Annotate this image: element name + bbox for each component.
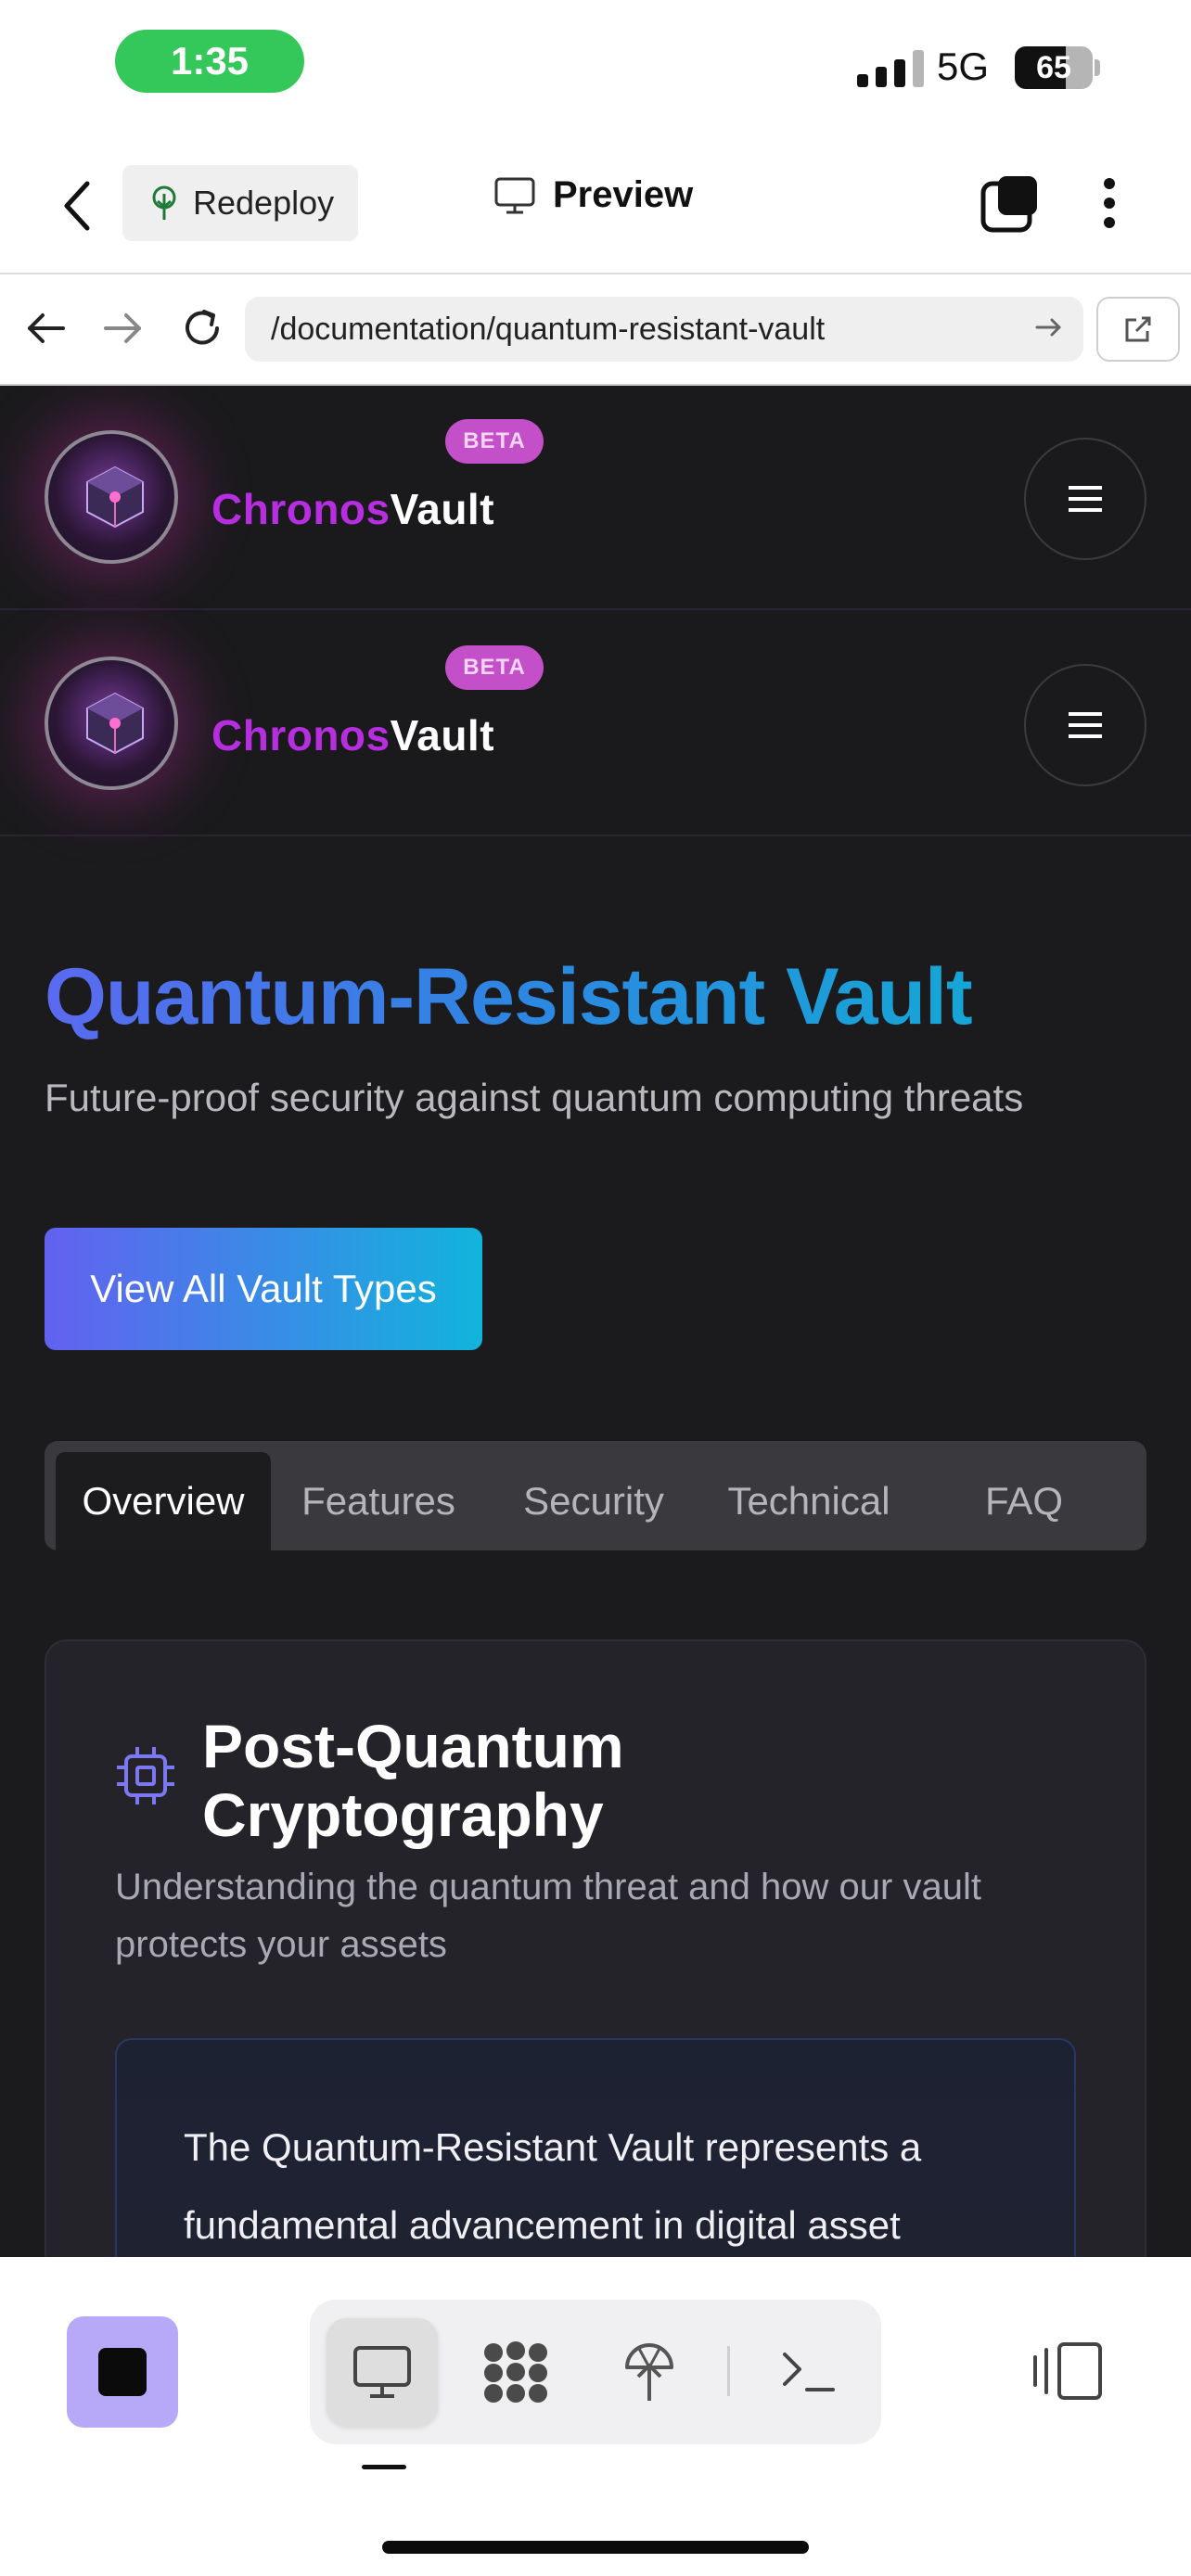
stop-icon	[98, 2348, 147, 2396]
cpu-chip-icon	[117, 1747, 174, 1804]
panels-icon[interactable]	[1031, 2340, 1106, 2402]
site-header-duplicate: ChronosVault BETA	[0, 612, 1191, 836]
arrow-left-icon[interactable]	[20, 302, 72, 354]
deploy-tree-icon	[152, 185, 176, 220]
network-type: 5G	[937, 45, 990, 88]
more-vertical-icon[interactable]	[1091, 172, 1128, 234]
external-link-icon	[1125, 316, 1151, 342]
deploy-view-button[interactable]	[594, 2318, 705, 2426]
signal-icon	[857, 48, 924, 87]
redeploy-label: Redeploy	[193, 184, 335, 222]
monitor-icon	[494, 177, 535, 213]
brand-part2: Vault	[390, 485, 495, 533]
home-indicator	[382, 2541, 809, 2554]
reload-icon[interactable]	[176, 302, 228, 354]
tab-overview[interactable]: Overview	[56, 1452, 271, 1550]
desktop-view-button[interactable]	[327, 2318, 438, 2426]
terminal-icon	[783, 2353, 835, 2391]
battery-icon: 65	[1015, 46, 1093, 89]
arrow-right-icon[interactable]	[96, 302, 148, 354]
chevron-left-icon[interactable]	[59, 178, 96, 234]
beta-badge: BETA	[445, 419, 544, 464]
segment-divider	[727, 2346, 730, 2396]
brand-part2: Vault	[390, 711, 495, 759]
tabs-icon[interactable]	[980, 172, 1041, 234]
brand-name[interactable]: ChronosVault	[211, 710, 494, 760]
card-title: Post-Quantum Cryptography	[202, 1712, 624, 1849]
tab-faq[interactable]: FAQ	[916, 1452, 1132, 1550]
beta-badge: BETA	[445, 645, 544, 690]
brand-name[interactable]: ChronosVault	[211, 484, 494, 534]
hamburger-icon	[1069, 486, 1102, 512]
terminal-view-button[interactable]	[753, 2318, 864, 2426]
tab-bar: Overview Features Security Technical FAQ	[45, 1441, 1146, 1550]
brand-part1: Chronos	[211, 485, 391, 533]
preview-title: Preview	[493, 174, 693, 216]
stop-button[interactable]	[67, 2316, 178, 2428]
brand-part1: Chronos	[211, 711, 391, 759]
deploy-icon	[625, 2343, 673, 2401]
tab-security[interactable]: Security	[486, 1452, 701, 1550]
tab-technical[interactable]: Technical	[701, 1452, 916, 1550]
hamburger-icon	[1069, 712, 1102, 738]
url-input[interactable]: /documentation/quantum-resistant-vault	[245, 297, 1083, 362]
tab-features[interactable]: Features	[271, 1452, 486, 1550]
network-view-button[interactable]	[460, 2318, 571, 2426]
vault-cube-icon	[86, 692, 144, 755]
info-box-text: The Quantum-Resistant Vault represents a…	[184, 2125, 922, 2247]
battery-tip	[1095, 59, 1100, 76]
open-external-button[interactable]	[1096, 297, 1180, 362]
logo[interactable]	[45, 657, 178, 790]
go-arrow-icon[interactable]	[1033, 312, 1065, 343]
page-subtitle: Future-proof security against quantum co…	[45, 1076, 1024, 1119]
active-indicator	[362, 2465, 406, 2469]
battery-level: 65	[1036, 49, 1071, 85]
preview-label: Preview	[553, 174, 694, 215]
site-header: ChronosVault BETA	[0, 386, 1191, 610]
status-time: 1:35	[115, 30, 304, 93]
vault-cube-icon	[86, 465, 144, 529]
redeploy-button[interactable]: Redeploy	[122, 165, 358, 241]
network-icon	[484, 2341, 547, 2403]
logo[interactable]	[45, 430, 178, 564]
view-all-vault-types-button[interactable]: View All Vault Types	[45, 1228, 482, 1350]
card-description: Understanding the quantum threat and how…	[115, 1867, 981, 1965]
menu-button[interactable]	[1024, 664, 1146, 786]
page-title: Quantum-Resistant Vault	[45, 952, 973, 1041]
monitor-icon	[353, 2346, 411, 2398]
menu-button[interactable]	[1024, 438, 1146, 560]
